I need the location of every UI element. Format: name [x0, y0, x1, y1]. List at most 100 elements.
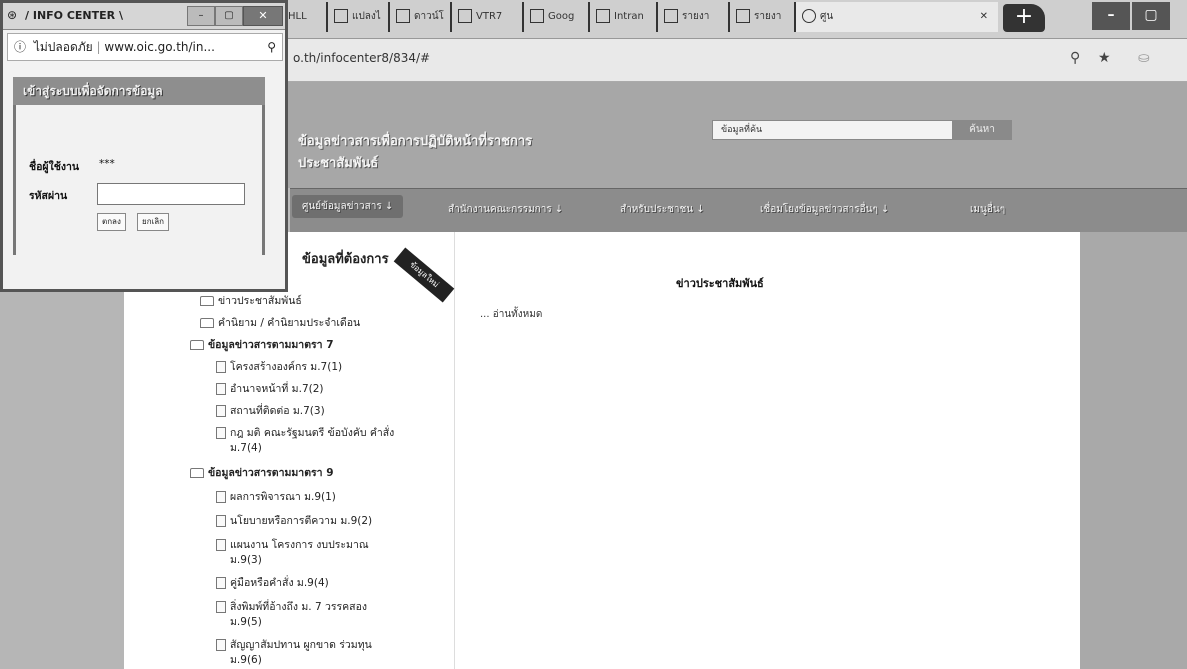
tab-label: Intran [614, 11, 644, 22]
menu-link-label: กฎ มติ คณะรัฐมนตรี ข้อบังคับ คำสั่ง [230, 427, 395, 439]
menu-link[interactable]: ข่าวประชาสัมพันธ์ [200, 292, 302, 309]
login-popup-window: ⊛ / INFO CENTER \ – ▢ ✕ ⓘ ไม่ปลอดภัย | w… [0, 0, 288, 292]
password-label: รหัสผ่าน [29, 190, 68, 202]
document-icon [216, 361, 226, 373]
menu-link[interactable]: อำนาจหน้าที่ ม.7(2) [216, 380, 324, 397]
menu-link[interactable]: นโยบายหรือการตีความ ม.9(2) [216, 512, 372, 529]
document-icon [216, 639, 226, 651]
document-icon [216, 577, 226, 589]
download-icon [396, 9, 410, 23]
extension-icon[interactable]: ⛀ [1138, 50, 1150, 66]
menu-link-label: อำนาจหน้าที่ ม.7(2) [230, 383, 324, 395]
login-form [13, 105, 265, 255]
popup-address-bar[interactable]: ⓘ ไม่ปลอดภัย | www.oic.go.th/in... ⚲ [7, 33, 283, 61]
drive-icon [530, 9, 544, 23]
nav-item-public[interactable]: สำหรับประชาชน ↓ [620, 202, 705, 217]
popup-url: www.oic.go.th/in... [104, 40, 215, 54]
cancel-button[interactable]: ยกเลิก [137, 213, 170, 231]
menu-link-label: คำนิยาม / คำนิยามประจำเดือน [218, 317, 361, 329]
browser-tab[interactable]: VTR7 [450, 2, 528, 32]
menu-link-label: นโยบายหรือการตีความ ม.9(2) [230, 515, 373, 527]
login-banner: เข้าสู่ระบบเพื่อจัดการข้อมูล [13, 77, 265, 105]
username-label: ชื่อผู้ใช้งาน [29, 161, 80, 173]
right-margin [1080, 232, 1187, 669]
menu-link[interactable]: โครงสร้างองค์กร ม.7(1) [216, 358, 342, 375]
browser-tab-active[interactable]: ศูน ✕ [794, 2, 998, 32]
tab-label: รายงา [682, 11, 710, 22]
bookmark-star-icon[interactable]: ★ [1098, 50, 1111, 66]
info-icon[interactable]: ⓘ [14, 40, 26, 54]
nav-item-office[interactable]: สำนักงานคณะกรรมการ ↓ [448, 202, 563, 217]
tab-label: Goog [548, 11, 575, 22]
url-text[interactable]: o.th/infocenter8/834/# [293, 51, 430, 65]
left-menu: ข้อมูลที่ต้องการ ข้อมูลใหม่ ข่าวประชาสัม… [124, 232, 455, 669]
browser-tab[interactable]: ดาวน์โ [388, 2, 456, 32]
browser-tab[interactable]: Intran [588, 2, 662, 32]
new-ribbon: ข้อมูลใหม่ [393, 247, 455, 303]
document-icon [216, 601, 226, 613]
username-value[interactable]: *** [99, 158, 115, 170]
browser-tab[interactable]: รายงา [656, 2, 734, 32]
search-button[interactable]: ค้นหา [952, 120, 1012, 140]
tab-label: ดาวน์โ [414, 11, 444, 22]
document-icon [216, 405, 226, 417]
security-label: ไม่ปลอดภัย [33, 40, 93, 54]
tab-label: VTR7 [476, 11, 503, 22]
new-tab-button[interactable]: + [1003, 4, 1045, 32]
tab-label: รายงา [754, 11, 782, 22]
news-heading: ข่าวประชาสัมพันธ์ [676, 277, 764, 290]
close-tab-icon[interactable]: ✕ [980, 2, 988, 32]
nav-item-links[interactable]: เชื่อมโยงข้อมูลข่าวสารอื่นๆ ↓ [760, 202, 889, 217]
menu-link[interactable]: สถานที่ติดต่อ ม.7(3) [216, 402, 325, 419]
menu-link-continued[interactable]: ม.9(6) [230, 651, 262, 668]
browser-tab[interactable]: รายงา [728, 2, 800, 32]
content-area: ข้อมูลที่ต้องการ ข้อมูลใหม่ ข่าวประชาสัม… [124, 232, 1080, 669]
menu-section-label: ข้อมูลข่าวสารตามมาตรา 7 [208, 339, 334, 351]
menu-section-label: ข้อมูลข่าวสารตามมาตรา 9 [208, 467, 334, 479]
intranet-icon [664, 9, 678, 23]
main-nav: ศูนย์ข้อมูลข่าวสาร ↓ สำนักงานคณะกรรมการ … [290, 188, 1187, 234]
menu-link-continued[interactable]: ม.7(4) [230, 439, 262, 456]
menu-link[interactable]: คู่มือหรือคำสั่ง ม.9(4) [216, 574, 329, 591]
menu-link-label: โครงสร้างองค์กร ม.7(1) [230, 361, 343, 373]
site-title: ข้อมูลข่าวสารเพื่อการปฏิบัติหน้าที่ราชกา… [298, 134, 533, 149]
search-icon[interactable]: ⚲ [267, 34, 276, 60]
menu-section[interactable]: ข้อมูลข่าวสารตามมาตรา 7 [190, 336, 334, 353]
browser-tab[interactable]: Goog [522, 2, 594, 32]
folder-open-icon [190, 340, 204, 350]
minimize-popup-button[interactable]: – [187, 6, 215, 26]
menu-link[interactable]: ผลการพิจารณา ม.9(1) [216, 488, 336, 505]
menu-link-continued[interactable]: ม.9(5) [230, 613, 262, 630]
menu-link-label: คู่มือหรือคำสั่ง ม.9(4) [230, 577, 329, 589]
close-popup-button[interactable]: ✕ [243, 6, 283, 26]
menu-link-continued[interactable]: ม.9(3) [230, 551, 262, 568]
menu-link[interactable]: คำนิยาม / คำนิยามประจำเดือน [200, 314, 360, 331]
menu-section[interactable]: ข้อมูลข่าวสารตามมาตรา 9 [190, 464, 334, 481]
folder-open-icon [190, 468, 204, 478]
document-icon [216, 515, 226, 527]
calendar-icon [458, 9, 472, 23]
folder-icon [200, 296, 214, 306]
menu-link-label: สัญญาสัมปทาน ผูกขาด ร่วมทุน [230, 639, 372, 651]
nav-item-other[interactable]: เมนูอื่นๆ [970, 202, 1005, 217]
menu-link-label: สิ่งพิมพ์ที่อ้างถึง ม. 7 วรรคสอง [230, 601, 368, 613]
globe-icon [736, 9, 750, 23]
popup-title: / INFO CENTER \ [25, 9, 123, 22]
search-input[interactable]: ข้อมูลที่ค้น [712, 120, 955, 140]
menu-link-label: ข่าวประชาสัมพันธ์ [218, 295, 302, 307]
tab-label: แปลงไ [352, 11, 381, 22]
read-all-link[interactable]: ... อ่านทั้งหมด [480, 307, 542, 322]
nav-item-info-center[interactable]: ศูนย์ข้อมูลข่าวสาร ↓ [292, 195, 404, 218]
maximize-window-button[interactable]: ▢ [1132, 2, 1170, 30]
popup-title-bar: ⊛ / INFO CENTER \ – ▢ ✕ [3, 3, 285, 30]
menu-link-label: แผนงาน โครงการ งบประมาณ [230, 539, 369, 551]
chrome-icon: ⊛ [7, 8, 18, 22]
document-icon [216, 427, 226, 439]
login-button[interactable]: ตกลง [97, 213, 126, 231]
minimize-window-button[interactable]: – [1092, 2, 1130, 30]
browser-tab[interactable]: แปลงไ [326, 2, 394, 32]
zoom-icon[interactable]: ⚲ [1070, 50, 1080, 66]
maximize-popup-button[interactable]: ▢ [215, 6, 243, 26]
password-input[interactable] [97, 183, 245, 205]
left-margin [0, 232, 124, 669]
